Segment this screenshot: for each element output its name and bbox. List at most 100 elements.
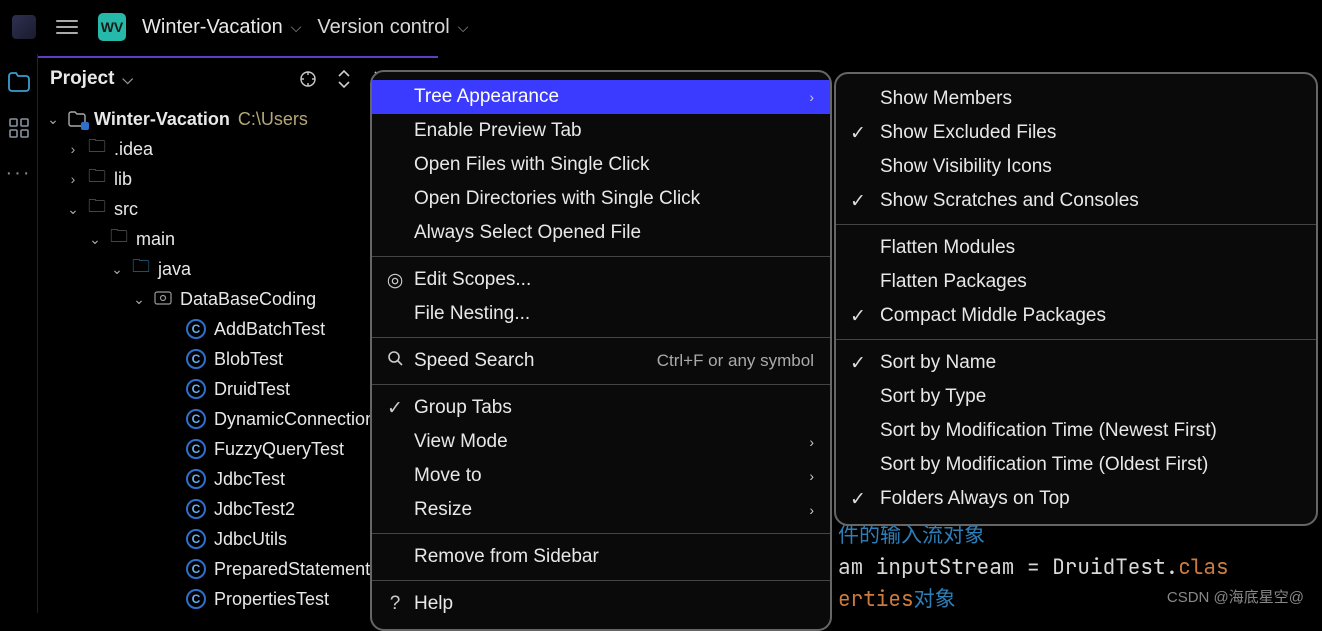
menu-item-view-mode[interactable]: View Mode › [372,425,830,459]
menu-item-group-tabs[interactable]: ✓ Group Tabs [372,391,830,425]
root-path: C:\Users [238,109,308,130]
class-label: JdbcUtils [214,529,287,550]
class-label: JdbcTest [214,469,285,490]
code-keyword: clas [1178,554,1228,581]
submenu-item-sort-newest[interactable]: Sort by Modification Time (Newest First) [836,414,1316,448]
menu-item-file-nesting[interactable]: File Nesting... [372,297,830,331]
folder-icon: 🗀 [110,224,128,254]
class-icon: C [186,439,206,459]
menu-item-open-files-single[interactable]: Open Files with Single Click [372,148,830,182]
chevron-down-icon: ⌄ [88,231,102,248]
class-icon: C [186,319,206,339]
project-panel-title: Project [50,68,114,90]
submenu-item-show-members[interactable]: Show Members [836,82,1316,116]
class-label: FuzzyQueryTest [214,439,344,460]
search-icon [384,350,406,372]
project-dropdown[interactable]: Winter-Vacation ⌵ [142,16,301,39]
chevron-right-icon: › [66,141,80,157]
check-icon: ✓ [850,190,866,213]
code-comment: 件的输入流对象 [838,522,985,549]
menu-label: Tree Appearance [414,86,559,108]
folder-label: lib [114,169,132,190]
more-tools-icon[interactable]: ··· [6,162,32,185]
chevron-right-icon: › [66,171,80,187]
submenu-item-flatten-modules[interactable]: Flatten Modules [836,231,1316,265]
version-control-label: Version control [317,16,449,39]
class-label: PropertiesTest [214,589,329,610]
menu-item-tree-appearance[interactable]: Tree Appearance › [372,80,830,114]
class-icon: C [186,379,206,399]
app-icon [12,15,36,39]
project-badge: WV [98,13,126,41]
project-name-label: Winter-Vacation [142,16,283,39]
menu-separator [836,224,1316,225]
chevron-right-icon: › [809,434,814,450]
menu-item-move-to[interactable]: Move to › [372,459,830,493]
class-label: JdbcTest2 [214,499,295,520]
version-control-dropdown[interactable]: Version control ⌵ [317,16,468,39]
submenu-item-show-visibility[interactable]: Show Visibility Icons [836,150,1316,184]
menu-separator [372,384,830,385]
menu-label: File Nesting... [414,303,530,325]
menu-label: Group Tabs [414,397,512,419]
class-icon: C [186,529,206,549]
folder-icon: 🗀 [88,134,106,164]
menu-separator [372,337,830,338]
expand-all-icon[interactable] [334,69,354,89]
submenu-item-show-scratches[interactable]: ✓ Show Scratches and Consoles [836,184,1316,218]
submenu-item-flatten-packages[interactable]: Flatten Packages [836,265,1316,299]
menu-separator [372,580,830,581]
menu-item-speed-search[interactable]: Speed Search Ctrl+F or any symbol [372,344,830,378]
select-opened-icon[interactable] [298,69,318,89]
menu-item-edit-scopes[interactable]: ◎ Edit Scopes... [372,263,830,297]
class-label: AddBatchTest [214,319,325,340]
structure-tool-icon[interactable] [7,116,31,140]
menu-label: Sort by Name [880,352,996,374]
check-icon: ✓ [850,352,866,375]
main-menu-button[interactable] [52,16,82,38]
submenu-item-sort-oldest[interactable]: Sort by Modification Time (Oldest First) [836,448,1316,482]
menu-item-open-dirs-single[interactable]: Open Directories with Single Click [372,182,830,216]
submenu-item-show-excluded[interactable]: ✓Show Excluded Files [836,116,1316,150]
menu-item-remove-sidebar[interactable]: Remove from Sidebar [372,540,830,574]
menu-label: View Mode [414,431,508,453]
class-icon: C [186,409,206,429]
submenu-item-sort-name[interactable]: ✓ Sort by Name [836,346,1316,380]
code-comment: 对象 [914,586,956,613]
menu-label: Always Select Opened File [414,222,641,244]
menu-shortcut: Ctrl+F or any symbol [657,351,814,371]
menu-label: Remove from Sidebar [414,546,599,568]
menu-item-help[interactable]: ? Help [372,587,830,621]
menu-label: Enable Preview Tab [414,120,582,142]
class-label: BlobTest [214,349,283,370]
menu-item-always-select[interactable]: Always Select Opened File [372,216,830,250]
titlebar: WV Winter-Vacation ⌵ Version control ⌵ [0,0,1322,54]
submenu-item-compact-middle[interactable]: ✓Compact Middle Packages [836,299,1316,333]
check-icon: ✓ [850,488,866,511]
code-text: am inputStream = DruidTest. [838,554,1178,581]
watermark: CSDN @海底星空@ [1167,586,1304,607]
menu-item-enable-preview[interactable]: Enable Preview Tab [372,114,830,148]
project-tool-icon[interactable] [7,70,31,94]
menu-item-resize[interactable]: Resize › [372,493,830,527]
folder-label: main [136,229,175,250]
menu-label: Show Excluded Files [880,122,1056,144]
class-icon: C [186,559,206,579]
chevron-down-icon: ⌄ [110,261,124,278]
submenu-item-sort-type[interactable]: Sort by Type [836,380,1316,414]
chevron-right-icon: › [809,89,814,105]
chevron-down-icon: ⌵ [291,19,302,36]
class-icon: C [186,469,206,489]
submenu-item-folders-top[interactable]: ✓Folders Always on Top [836,482,1316,516]
class-label: DruidTest [214,379,290,400]
menu-label: Speed Search [414,350,534,372]
chevron-down-icon: ⌵ [122,71,133,88]
menu-label: Show Scratches and Consoles [880,190,1139,212]
chevron-right-icon: › [809,468,814,484]
class-icon: C [186,589,206,609]
menu-label: Sort by Modification Time (Oldest First) [880,454,1208,476]
project-panel-title-dropdown[interactable]: Project ⌵ [50,68,133,90]
menu-label: Flatten Modules [880,237,1015,259]
class-icon: C [186,499,206,519]
check-icon: ✓ [384,397,406,420]
